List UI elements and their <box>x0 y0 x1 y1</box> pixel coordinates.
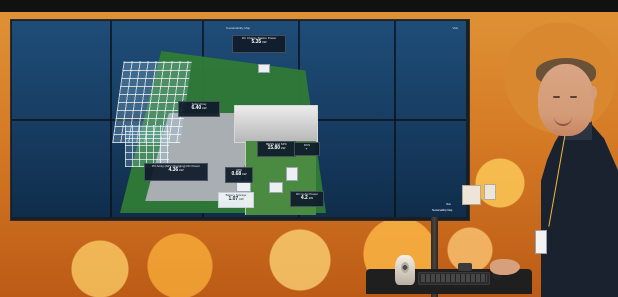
equipment-box <box>269 182 283 193</box>
wall-outlet-panel <box>484 184 496 200</box>
person-hand <box>490 259 520 275</box>
dc-charge-card: DC Charge Station Power 5.35kW <box>232 35 286 53</box>
bess-card: BESS and SPC 15.80kW <box>257 141 296 157</box>
screen-title: Sustainability Map <box>225 26 251 30</box>
keyboard-keys <box>421 274 487 282</box>
building-block <box>234 105 318 143</box>
solar-panel-array <box>125 125 169 167</box>
speaker-grille <box>401 262 409 273</box>
screen-small-label: Visit <box>446 203 451 206</box>
equipment-box <box>286 167 298 181</box>
dc-to-ac-card: DC to AC Power 4.2kW <box>290 191 324 207</box>
screen-small-label: Sustainability Map <box>432 209 453 212</box>
small-desk-device <box>458 263 472 271</box>
photo-scene: Sustainability Map Visit DC Charge Stati… <box>0 0 618 297</box>
dcs-card: DCS - <box>294 142 320 156</box>
person-eye <box>553 96 560 98</box>
pv-array-card: PV Array (AFV Charging) DC Power 4.36kW <box>144 163 208 181</box>
battery-storage-card: Battery Storage 1.07kW <box>218 192 254 208</box>
person-ear <box>590 86 597 100</box>
screen-corner-label: Visit <box>452 26 458 30</box>
wall-outlet-panel <box>462 185 481 205</box>
id-badge <box>535 230 547 254</box>
vpc-card: VPC 0.68kW <box>225 167 253 183</box>
person-eye <box>570 96 577 98</box>
ceiling-shadow <box>0 0 618 12</box>
solar-array-card: Solar Array 6.40kW <box>178 101 220 117</box>
video-wall-display: Sustainability Map Visit DC Charge Stati… <box>12 21 466 217</box>
equipment-box <box>258 64 270 73</box>
